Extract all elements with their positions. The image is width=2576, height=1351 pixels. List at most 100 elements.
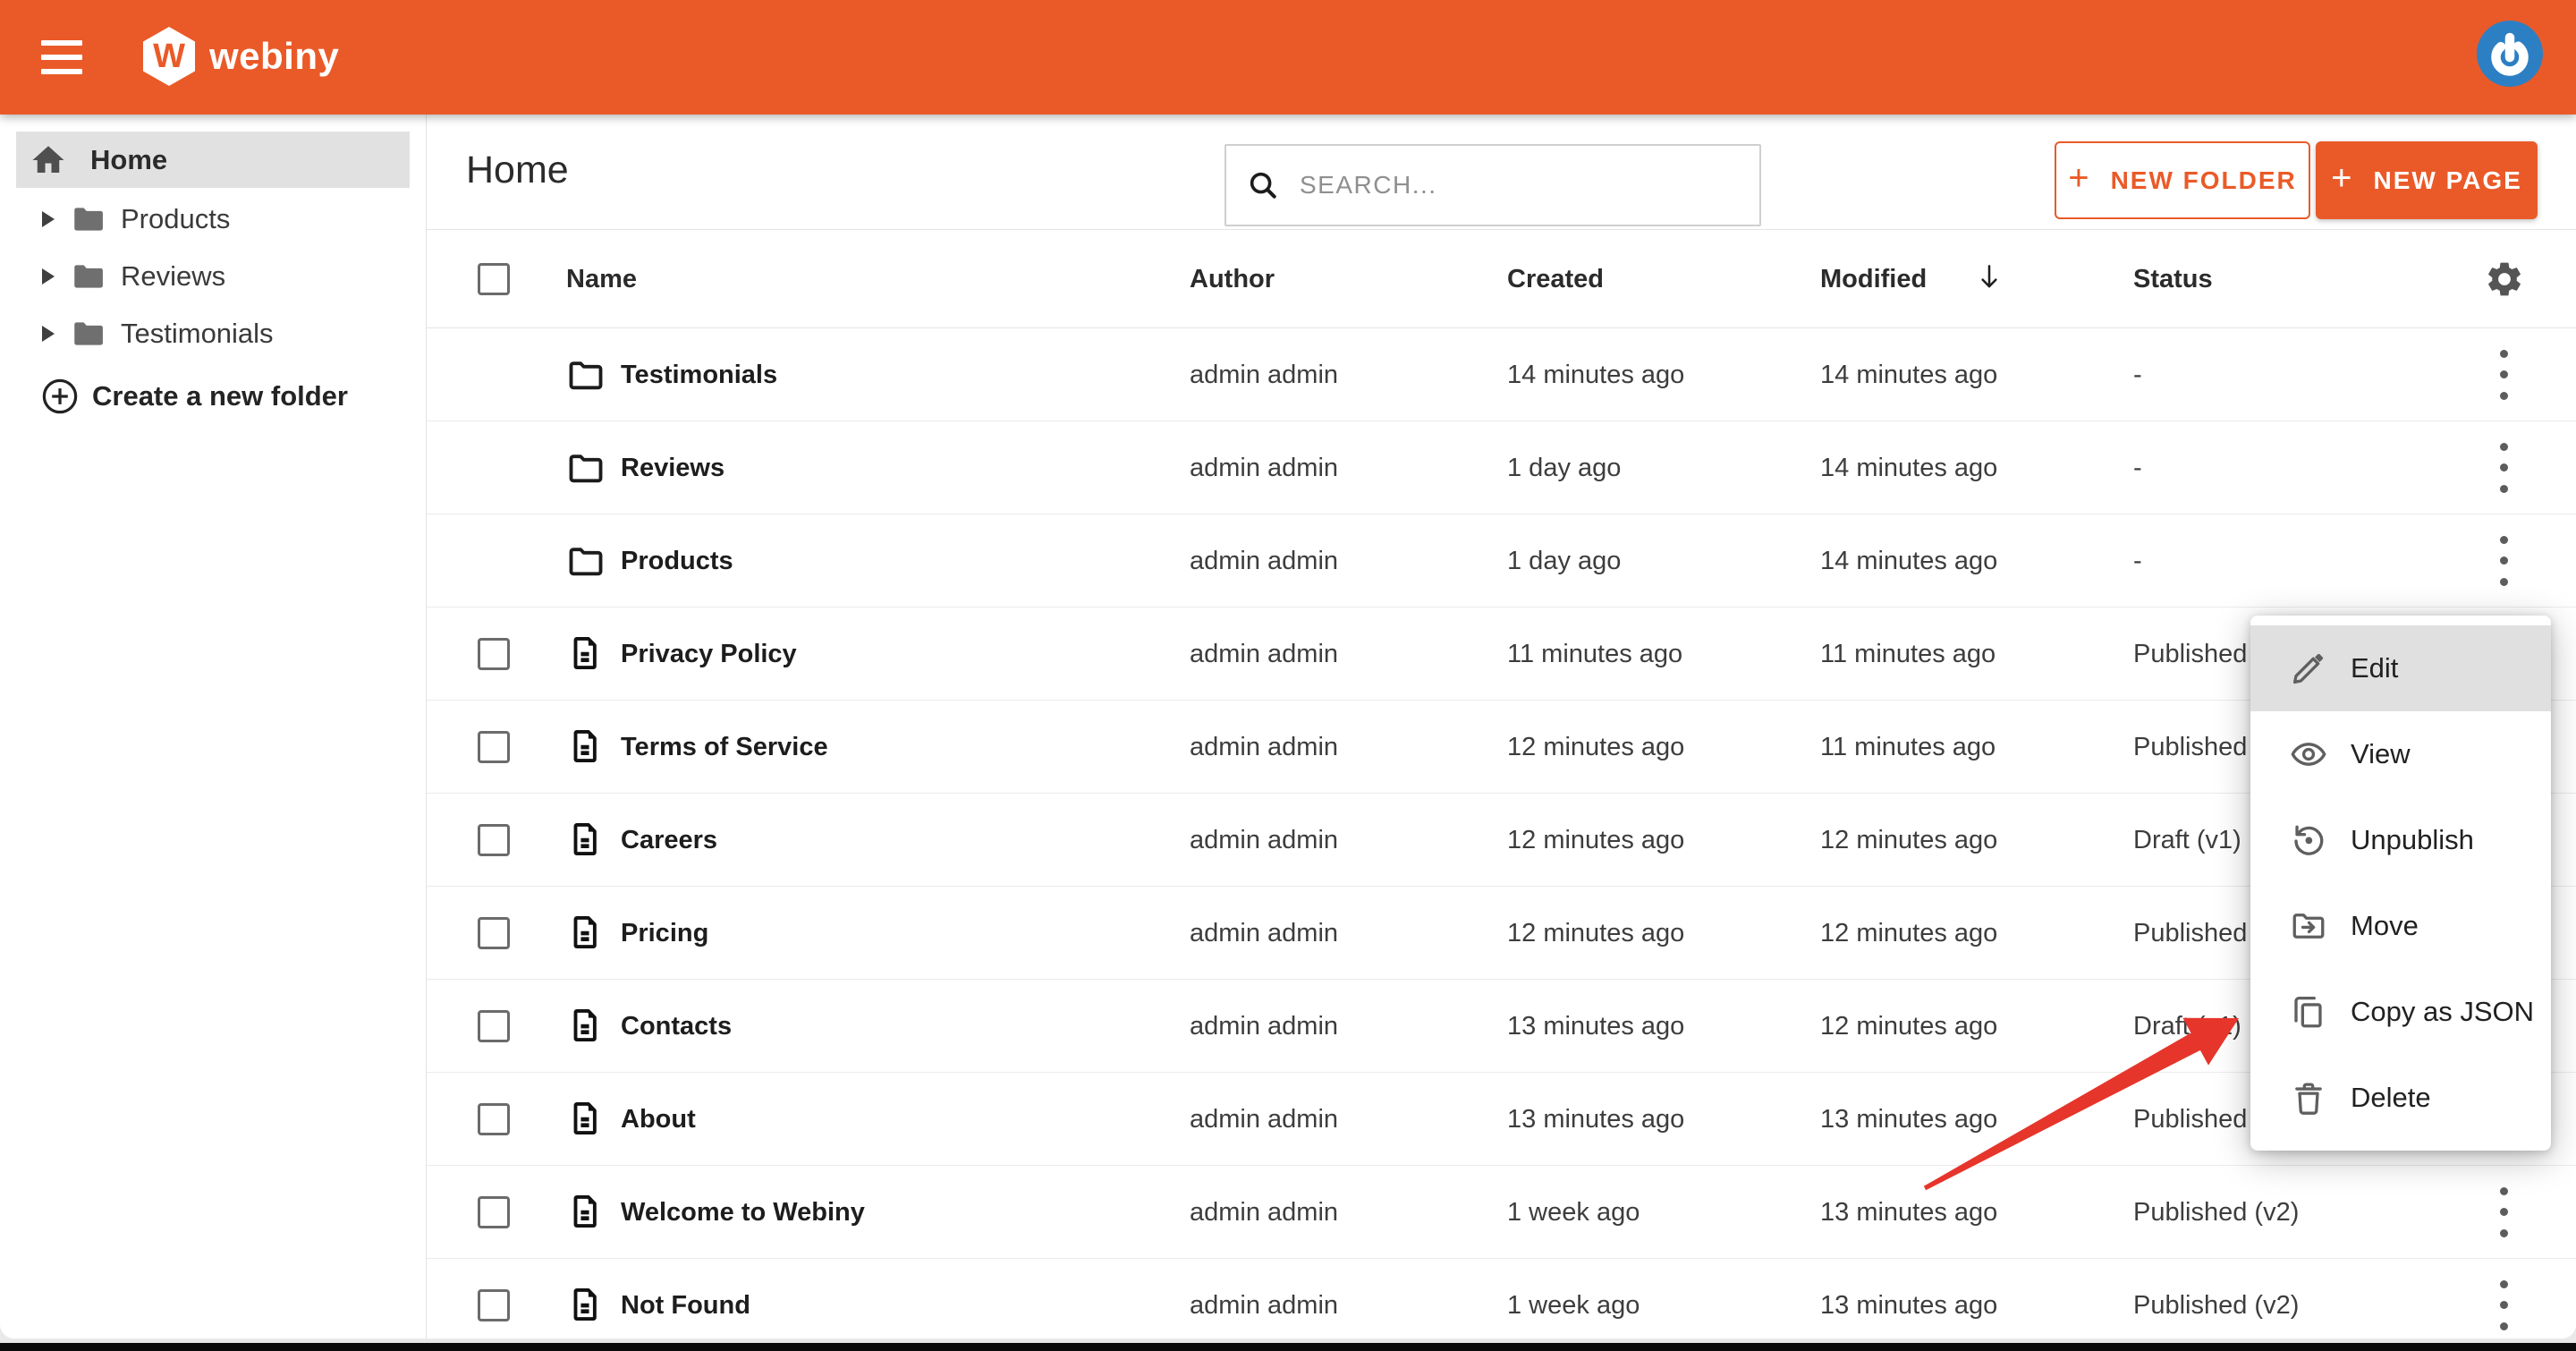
screen-bottom-edge	[0, 1343, 2576, 1351]
row-name[interactable]: Products	[621, 514, 733, 608]
row-status: Published	[2133, 1073, 2247, 1166]
plus-icon: +	[2068, 158, 2090, 199]
row-created: 12 minutes ago	[1507, 794, 1684, 887]
table-row[interactable]: Products admin admin 1 day ago 14 minute…	[427, 514, 2576, 608]
row-created: 1 week ago	[1507, 1259, 1640, 1338]
caret-right-icon[interactable]	[42, 326, 55, 342]
column-header-author[interactable]: Author	[1190, 230, 1275, 328]
row-name[interactable]: Pricing	[621, 887, 708, 980]
row-checkbox[interactable]	[478, 1196, 510, 1228]
table-row[interactable]: Reviews admin admin 1 day ago 14 minutes…	[427, 421, 2576, 514]
table-row[interactable]: Testimonials admin admin 14 minutes ago …	[427, 328, 2576, 421]
row-checkbox[interactable]	[478, 1103, 510, 1135]
home-icon	[30, 141, 67, 179]
row-status: Draft (v1)	[2133, 794, 2241, 887]
folder-icon	[566, 448, 606, 488]
row-checkbox[interactable]	[478, 638, 510, 670]
caret-right-icon[interactable]	[42, 268, 55, 285]
user-avatar[interactable]	[2477, 21, 2543, 87]
sidebar: Home Products Reviews Testimonials Creat…	[0, 115, 427, 1338]
row-checkbox[interactable]	[478, 1289, 510, 1321]
column-header-modified[interactable]: Modified	[1820, 230, 1927, 328]
row-name[interactable]: Testimonials	[621, 328, 777, 421]
row-actions-kebab-icon[interactable]	[2491, 1187, 2516, 1237]
copy-icon	[2290, 993, 2327, 1031]
caret-right-icon[interactable]	[42, 211, 55, 227]
row-checkbox[interactable]	[478, 1010, 510, 1042]
row-name[interactable]: Not Found	[621, 1259, 750, 1338]
row-modified: 13 minutes ago	[1820, 1259, 1997, 1338]
row-status: Published	[2133, 701, 2247, 794]
column-header-created[interactable]: Created	[1507, 230, 1604, 328]
row-modified: 13 minutes ago	[1820, 1073, 1997, 1166]
webiny-logo[interactable]: W webiny	[143, 27, 339, 86]
row-name[interactable]: Privacy Policy	[621, 608, 797, 701]
menu-item-move[interactable]: Move	[2250, 883, 2551, 969]
row-name[interactable]: About	[621, 1073, 696, 1166]
row-author: admin admin	[1190, 701, 1338, 794]
row-name[interactable]: Terms of Service	[621, 701, 828, 794]
table-row[interactable]: Not Found admin admin 1 week ago 13 minu…	[427, 1259, 2576, 1338]
menu-item-unpublish[interactable]: Unpublish	[2250, 797, 2551, 883]
row-created: 1 day ago	[1507, 514, 1621, 608]
row-checkbox[interactable]	[478, 824, 510, 856]
new-folder-button[interactable]: + NEW FOLDER	[2055, 141, 2310, 219]
hamburger-menu-icon[interactable]	[41, 40, 82, 74]
page-icon	[566, 727, 606, 767]
row-modified: 13 minutes ago	[1820, 1166, 1997, 1259]
row-author: admin admin	[1190, 328, 1338, 421]
row-modified: 12 minutes ago	[1820, 794, 1997, 887]
menu-item-delete[interactable]: Delete	[2250, 1055, 2551, 1141]
row-author: admin admin	[1190, 608, 1338, 701]
row-modified: 14 minutes ago	[1820, 421, 1997, 514]
search-input[interactable]	[1300, 171, 1693, 200]
table-row[interactable]: Welcome to Webiny admin admin 1 week ago…	[427, 1166, 2576, 1259]
row-name[interactable]: Contacts	[621, 980, 732, 1073]
folder-icon	[566, 541, 606, 581]
sort-desc-icon[interactable]	[1974, 261, 2004, 296]
menu-item-copy-as-json[interactable]: Copy as JSON	[2250, 969, 2551, 1055]
row-actions-kebab-icon[interactable]	[2491, 443, 2516, 493]
menu-item-view[interactable]: View	[2250, 711, 2551, 797]
sidebar-folder-item[interactable]: Products	[0, 191, 426, 248]
row-created: 1 week ago	[1507, 1166, 1640, 1259]
row-author: admin admin	[1190, 514, 1338, 608]
folder-move-icon	[2290, 907, 2327, 945]
row-name[interactable]: Reviews	[621, 421, 724, 514]
menu-item-edit[interactable]: Edit	[2250, 625, 2551, 711]
table-settings-gear-icon[interactable]	[2484, 259, 2525, 300]
sidebar-folder-label: Testimonials	[121, 318, 274, 350]
row-author: admin admin	[1190, 887, 1338, 980]
new-page-button[interactable]: + NEW PAGE	[2316, 141, 2538, 219]
row-name[interactable]: Careers	[621, 794, 717, 887]
row-created: 13 minutes ago	[1507, 980, 1684, 1073]
row-status: -	[2133, 421, 2142, 514]
row-checkbox[interactable]	[478, 917, 510, 949]
create-new-folder-button[interactable]: Create a new folder	[39, 367, 348, 426]
row-actions-kebab-icon[interactable]	[2491, 350, 2516, 400]
row-modified: 12 minutes ago	[1820, 887, 1997, 980]
sidebar-item-home[interactable]: Home	[16, 132, 410, 188]
row-context-menu: Edit View Unpublish Move Copy as JSON	[2250, 616, 2551, 1151]
page-icon	[566, 913, 606, 953]
row-modified: 14 minutes ago	[1820, 514, 1997, 608]
row-created: 12 minutes ago	[1507, 887, 1684, 980]
column-header-name[interactable]: Name	[566, 230, 637, 328]
column-header-status[interactable]: Status	[2133, 230, 2213, 328]
new-page-label: NEW PAGE	[2373, 166, 2521, 195]
sidebar-folder-item[interactable]: Testimonials	[0, 305, 426, 362]
row-actions-kebab-icon[interactable]	[2491, 1280, 2516, 1330]
select-all-checkbox[interactable]	[478, 263, 510, 295]
folder-icon	[70, 200, 107, 238]
row-actions-kebab-icon[interactable]	[2491, 536, 2516, 586]
folder-icon	[566, 355, 606, 395]
pencil-icon	[2290, 650, 2327, 687]
row-checkbox[interactable]	[478, 731, 510, 763]
row-name[interactable]: Welcome to Webiny	[621, 1166, 865, 1259]
folder-icon	[70, 258, 107, 295]
sidebar-folder-item[interactable]: Reviews	[0, 248, 426, 305]
row-created: 12 minutes ago	[1507, 701, 1684, 794]
search-box[interactable]	[1224, 144, 1761, 226]
row-author: admin admin	[1190, 794, 1338, 887]
search-icon	[1246, 168, 1280, 202]
